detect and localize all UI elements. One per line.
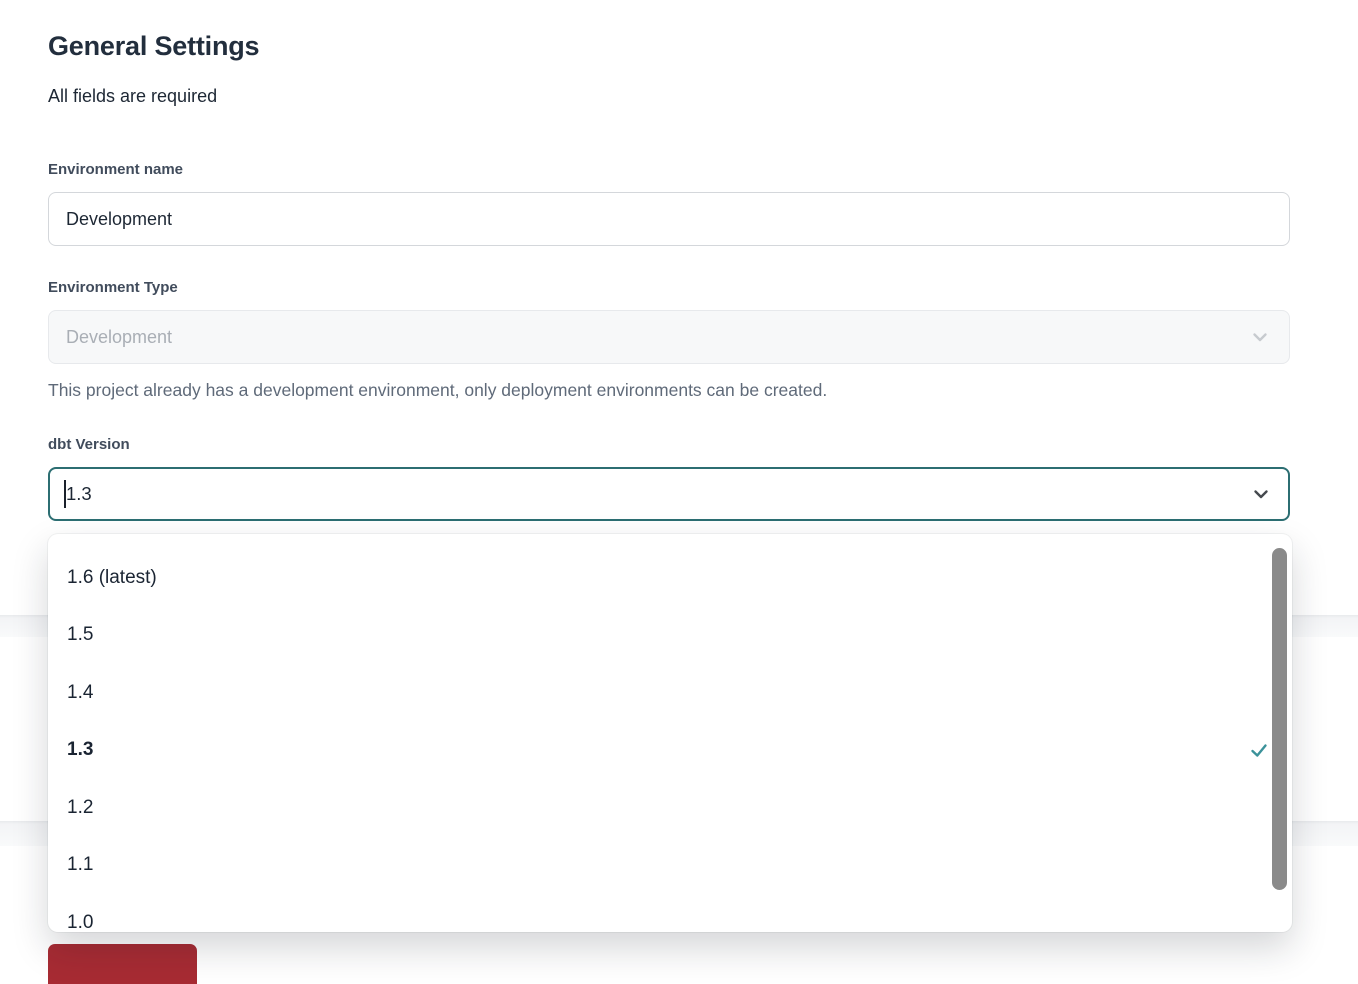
page-subtitle: All fields are required	[48, 85, 1290, 107]
dropdown-options: 1.6 (latest) 1.5 1.4 1.3 1.2 1.1 1.0	[48, 549, 1292, 932]
dropdown-option-label: 1.6 (latest)	[67, 567, 157, 589]
dropdown-scrollbar-thumb[interactable]	[1272, 548, 1287, 890]
check-icon	[1248, 739, 1270, 761]
danger-button[interactable]	[48, 944, 197, 984]
dbt-version-group: dbt Version	[48, 435, 1290, 521]
environment-type-group: Environment Type Development This projec…	[48, 278, 1290, 402]
dropdown-option[interactable]: 1.5	[48, 607, 1292, 665]
dropdown-option[interactable]: 1.3	[48, 722, 1292, 780]
dropdown-option[interactable]: 1.0	[48, 894, 1292, 932]
dropdown-option[interactable]: 1.4	[48, 664, 1292, 722]
dbt-version-dropdown: 1.6 (latest) 1.5 1.4 1.3 1.2 1.1 1.0	[48, 534, 1292, 932]
dropdown-option-label: 1.2	[67, 797, 93, 819]
dropdown-option-label: 1.0	[67, 912, 93, 932]
environment-type-label: Environment Type	[48, 278, 1290, 298]
dropdown-option[interactable]: 1.2	[48, 779, 1292, 837]
dropdown-option-label: 1.3	[67, 739, 93, 761]
environment-type-helper: This project already has a development e…	[48, 379, 1290, 402]
environment-name-group: Environment name	[48, 160, 1290, 246]
general-settings-form: General Settings All fields are required…	[48, 0, 1290, 521]
dropdown-option-label: 1.4	[67, 682, 93, 704]
dbt-version-combobox[interactable]	[48, 467, 1290, 521]
dropdown-option[interactable]: 1.6 (latest)	[48, 549, 1292, 607]
chevron-down-icon	[1249, 326, 1271, 348]
environment-type-value: Development	[66, 327, 172, 348]
dropdown-option-label: 1.5	[67, 624, 93, 646]
text-cursor	[64, 480, 66, 508]
environment-name-label: Environment name	[48, 160, 1290, 180]
dbt-version-label: dbt Version	[48, 435, 1290, 455]
dropdown-option-label: 1.1	[67, 854, 93, 876]
environment-type-select: Development	[48, 310, 1290, 364]
page-title: General Settings	[48, 30, 1290, 62]
environment-name-input[interactable]	[48, 192, 1290, 246]
dropdown-option[interactable]: 1.1	[48, 837, 1292, 895]
